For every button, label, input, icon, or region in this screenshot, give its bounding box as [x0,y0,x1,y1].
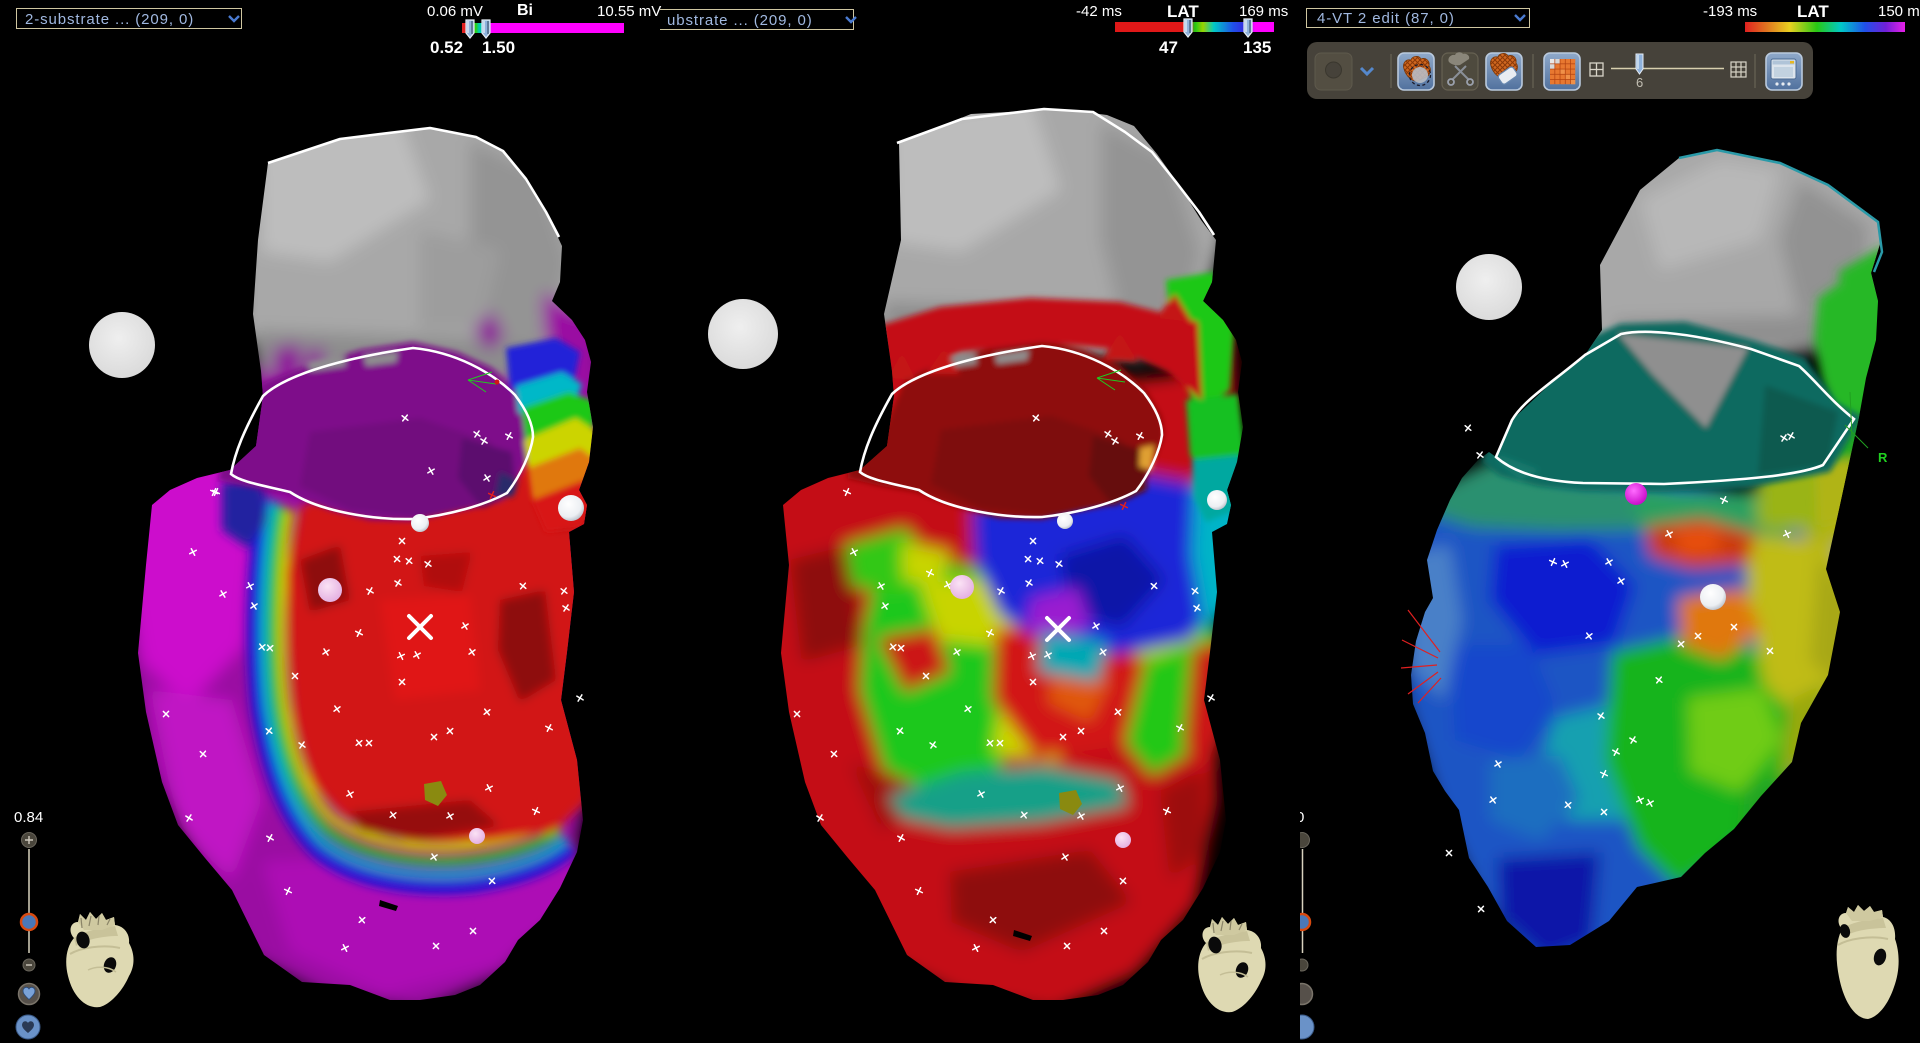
svg-text:6: 6 [1636,75,1643,90]
svg-text:0: 0 [1300,809,1304,826]
svg-text:R: R [1878,450,1888,465]
svg-text:0.84: 0.84 [14,809,43,826]
